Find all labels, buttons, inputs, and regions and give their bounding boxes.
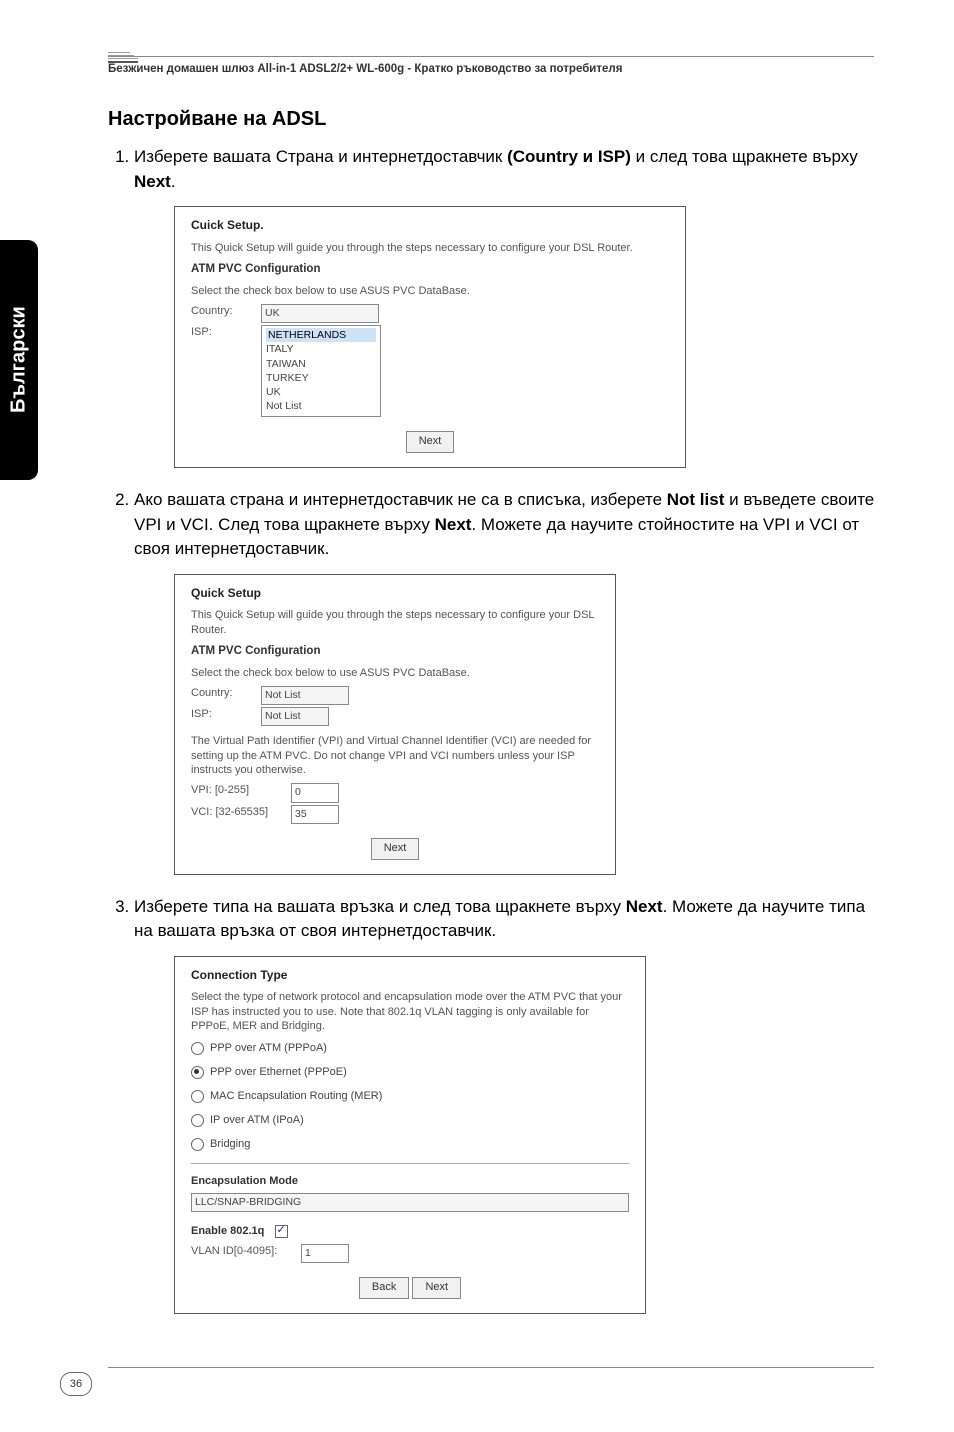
ss1-isp-listbox[interactable]: NETHERLANDS ITALY TAIWAN TURKEY UK Not L…	[261, 325, 381, 417]
ss1-title: Cuick Setup.	[191, 217, 669, 234]
step-2-bold-2: Next	[435, 515, 472, 534]
language-tab-label: Български	[8, 307, 31, 414]
ss3-option-pppoa-label: PPP over ATM (PPPoA)	[210, 1042, 327, 1054]
step-1-bold-2: Next	[134, 172, 171, 191]
ss1-isp-opt-2[interactable]: TAIWAN	[266, 357, 376, 371]
ss1-country-label: Country:	[191, 304, 261, 320]
ss3-option-bridging[interactable]: Bridging	[191, 1137, 629, 1153]
ss3-title: Connection Type	[191, 967, 629, 984]
ss1-next-button[interactable]: Next	[406, 431, 455, 453]
ss3-option-ipoa[interactable]: IP over ATM (IPoA)	[191, 1113, 629, 1129]
radio-checked-icon	[191, 1066, 204, 1079]
step-1-bold-1: (Country и ISP)	[507, 147, 631, 166]
ss1-isp-opt-3[interactable]: TURKEY	[266, 371, 376, 385]
step-2-bold-1: Not list	[667, 490, 725, 509]
radio-icon	[191, 1114, 204, 1127]
radio-icon	[191, 1138, 204, 1151]
ss2-desc2: Select the check box below to use ASUS P…	[191, 666, 599, 680]
ss1-subtitle: ATM PVC Configuration	[191, 261, 669, 278]
header-text: Безжичен домашен шлюз All-in-1 ADSL2/2+ …	[108, 63, 622, 75]
ss3-option-pppoe[interactable]: PPP over Ethernet (PPPoE)	[191, 1065, 629, 1081]
ss1-isp-opt-1[interactable]: ITALY	[266, 342, 376, 356]
step-1-text: Изберете вашата Страна и интернетдоставч…	[134, 147, 858, 191]
steps-list: Изберете вашата Страна и интернетдоставч…	[108, 145, 878, 1314]
step-1: Изберете вашата Страна и интернетдоставч…	[134, 145, 878, 468]
section-title: Настройване на ADSL	[108, 108, 878, 131]
main-content: Настройване на ADSL Изберете вашата Стра…	[108, 108, 878, 1334]
ss2-isp-select[interactable]: Not List	[261, 707, 329, 726]
step-3-text: Изберете типа на вашата връзка и след то…	[134, 897, 865, 941]
ss1-isp-opt-0[interactable]: NETHERLANDS	[266, 328, 376, 342]
step-2-text: Ако вашата страна и интернетдоставчик не…	[134, 490, 874, 558]
ss3-vlan-label: VLAN ID[0-4095]:	[191, 1244, 301, 1260]
step-3: Изберете типа на вашата връзка и след то…	[134, 895, 878, 1315]
ss2-desc: This Quick Setup will guide you through …	[191, 608, 599, 637]
ss2-vpi-input[interactable]: 0	[291, 783, 339, 802]
checkbox-checked-icon[interactable]	[275, 1225, 288, 1238]
screenshot-quick-setup-2: Quick Setup This Quick Setup will guide …	[174, 574, 616, 875]
screenshot-quick-setup-1: Cuick Setup. This Quick Setup will guide…	[174, 206, 686, 468]
radio-icon	[191, 1090, 204, 1103]
ss1-desc2: Select the check box below to use ASUS P…	[191, 284, 669, 298]
ss3-next-button[interactable]: Next	[412, 1277, 461, 1299]
ss3-enable-label: Enable 802.1q	[191, 1225, 264, 1237]
step-2: Ако вашата страна и интернетдоставчик не…	[134, 488, 878, 875]
ss1-isp-label: ISP:	[191, 325, 261, 341]
screenshot-connection-type: Connection Type Select the type of netwo…	[174, 956, 646, 1314]
ss3-option-ipoa-label: IP over ATM (IPoA)	[210, 1114, 304, 1126]
ss3-encap-label: Encapsulation Mode	[191, 1174, 629, 1190]
ss2-subtitle: ATM PVC Configuration	[191, 643, 599, 660]
ss3-encap-select[interactable]: LLC/SNAP-BRIDGING	[191, 1193, 629, 1212]
ss2-vci-label: VCI: [32-65535]	[191, 805, 291, 821]
ss3-option-bridging-label: Bridging	[210, 1138, 250, 1150]
ss3-option-mer[interactable]: MAC Encapsulation Routing (MER)	[191, 1089, 629, 1105]
ss2-vpi-label: VPI: [0-255]	[191, 783, 291, 799]
radio-icon	[191, 1042, 204, 1055]
ss3-desc: Select the type of network protocol and …	[191, 990, 629, 1033]
ss2-country-select[interactable]: Not List	[261, 686, 349, 705]
ss2-country-label: Country:	[191, 686, 261, 702]
ss2-vci-input[interactable]: 35	[291, 805, 339, 824]
ss3-option-pppoa[interactable]: PPP over ATM (PPPoA)	[191, 1041, 629, 1057]
ss1-isp-opt-4[interactable]: UK	[266, 385, 376, 399]
ss3-option-mer-label: MAC Encapsulation Routing (MER)	[210, 1090, 382, 1102]
ss1-isp-opt-5[interactable]: Not List	[266, 399, 376, 413]
ss1-desc: This Quick Setup will guide you through …	[191, 241, 669, 255]
footer-line	[108, 1367, 874, 1368]
ss3-vlan-input[interactable]: 1	[301, 1244, 349, 1263]
ss2-next-button[interactable]: Next	[371, 838, 420, 860]
ss1-country-select[interactable]: UK	[261, 304, 379, 323]
language-tab: Български	[0, 240, 38, 480]
page-number: 36	[60, 1372, 92, 1396]
ss2-title: Quick Setup	[191, 585, 599, 602]
step-3-bold-1: Next	[626, 897, 663, 916]
ss3-option-pppoe-label: PPP over Ethernet (PPPoE)	[210, 1066, 347, 1078]
page-header: Безжичен домашен шлюз All-in-1 ADSL2/2+ …	[108, 56, 874, 77]
separator	[191, 1163, 629, 1164]
ss2-isp-label: ISP:	[191, 707, 261, 723]
ss2-desc3: The Virtual Path Identifier (VPI) and Vi…	[191, 734, 599, 777]
ss3-back-button[interactable]: Back	[359, 1277, 409, 1299]
